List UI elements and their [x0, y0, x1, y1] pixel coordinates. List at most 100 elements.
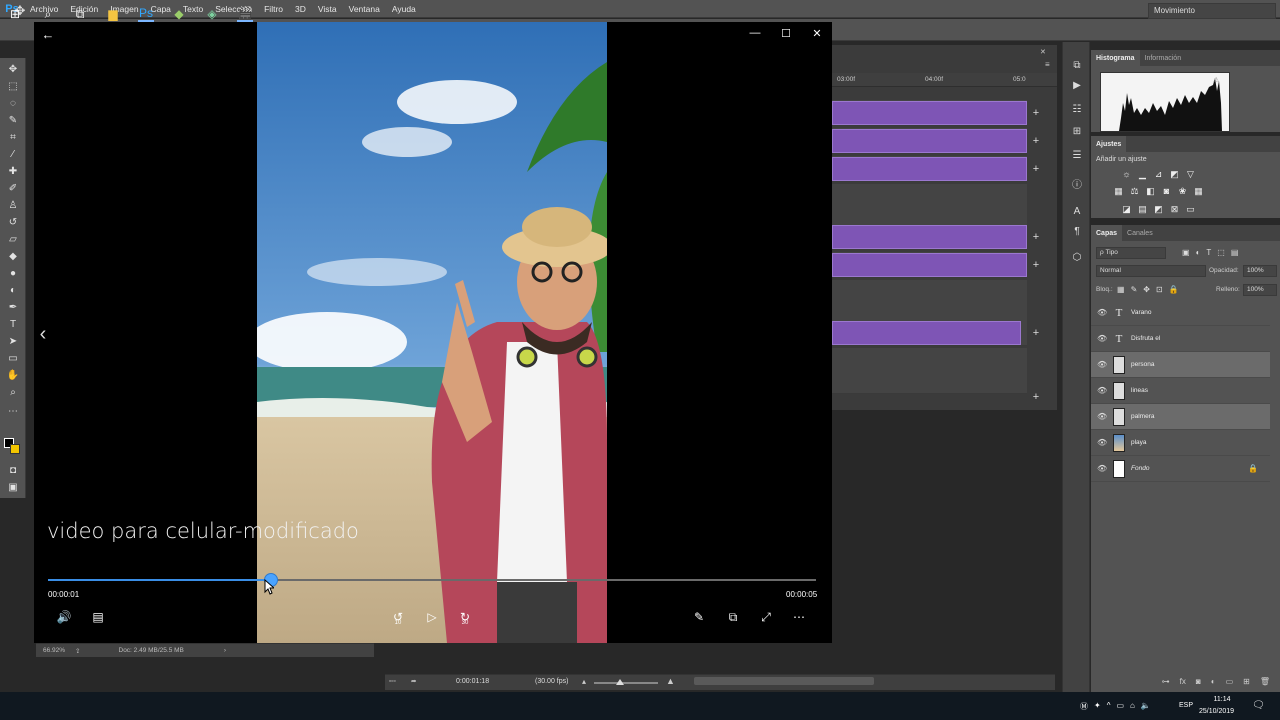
- lock-transparent-icon[interactable]: ▦: [1117, 285, 1125, 294]
- menu-ayuda[interactable]: Ayuda: [386, 4, 422, 14]
- filter-smart-icon[interactable]: ▤: [1231, 248, 1239, 257]
- file-explorer-icon[interactable]: ▆: [105, 6, 121, 22]
- background-color-swatch[interactable]: [10, 444, 20, 454]
- skip-forward-button[interactable]: ↻ 30: [456, 608, 474, 626]
- 3d-icon[interactable]: ⬡: [1069, 250, 1085, 264]
- new-layer-icon[interactable]: ⊞: [1243, 677, 1250, 691]
- menu-filtro[interactable]: Filtro: [258, 4, 289, 14]
- paragraph-icon[interactable]: ¶: [1069, 224, 1085, 238]
- posterize-icon[interactable]: ▤: [1137, 204, 1148, 214]
- add-media-icon[interactable]: +: [1031, 232, 1041, 243]
- render-icon[interactable]: ▫▫▫: [389, 678, 396, 685]
- timeline-ruler[interactable]: 03:00f 04:00f 05:0: [832, 73, 1057, 87]
- lock-position-icon[interactable]: ✥: [1143, 285, 1150, 294]
- minimize-icon[interactable]: —: [747, 25, 763, 41]
- mini-view-icon[interactable]: ⧉: [724, 608, 742, 626]
- move-icon[interactable]: ✥: [4, 62, 22, 77]
- black-white-icon[interactable]: ◧: [1145, 186, 1156, 196]
- threshold-icon[interactable]: ◩: [1153, 204, 1164, 214]
- character-icon[interactable]: A: [1069, 204, 1085, 218]
- app-taskbar-icon[interactable]: ◆: [171, 6, 187, 22]
- visibility-eye-icon[interactable]: 👁: [1097, 438, 1107, 448]
- timeline-clip[interactable]: [832, 225, 1027, 249]
- fill-field[interactable]: 100%: [1243, 284, 1277, 296]
- visibility-eye-icon[interactable]: 👁: [1097, 308, 1107, 318]
- brightness-icon[interactable]: ☼: [1121, 169, 1132, 179]
- levels-icon[interactable]: ▁: [1137, 169, 1148, 179]
- add-mask-icon[interactable]: ◙: [1196, 677, 1201, 691]
- close-icon[interactable]: ✕: [809, 25, 825, 41]
- adjust-sliders-icon[interactable]: ☰: [1069, 148, 1085, 162]
- panel-menu-icon[interactable]: ≡: [1045, 60, 1050, 69]
- filter-shape-icon[interactable]: ⬚: [1217, 248, 1225, 257]
- visibility-eye-icon[interactable]: 👁: [1097, 360, 1107, 370]
- app-tray-icon[interactable]: Ⓜ: [1080, 701, 1088, 712]
- quick-mask-icon[interactable]: ◘: [4, 463, 22, 478]
- selective-color-icon[interactable]: ⊠: [1169, 204, 1180, 214]
- healing-icon[interactable]: ✚: [4, 164, 22, 179]
- filter-adjust-icon[interactable]: ◐: [1196, 248, 1201, 257]
- zoom-in-icon[interactable]: ▲: [666, 676, 675, 686]
- blur-icon[interactable]: ●: [4, 266, 22, 281]
- language-indicator[interactable]: ESP: [1179, 702, 1193, 709]
- zoom-out-icon[interactable]: ▴: [582, 677, 586, 686]
- maximize-icon[interactable]: ☐: [778, 25, 794, 41]
- display-icon[interactable]: ▭: [1116, 701, 1124, 712]
- gradient-map-icon[interactable]: ▭: [1185, 204, 1196, 214]
- screen-mode-icon[interactable]: ▣: [4, 480, 22, 495]
- properties-icon[interactable]: ☷: [1069, 102, 1085, 116]
- add-track-icon[interactable]: +: [1031, 392, 1041, 403]
- curves-icon[interactable]: ⊿: [1153, 169, 1164, 179]
- clock-date[interactable]: 25/10/2019: [1199, 708, 1234, 715]
- play-icon[interactable]: ▷: [423, 608, 441, 626]
- workspace-select[interactable]: Movimiento: [1148, 3, 1276, 19]
- hue-saturation-icon[interactable]: ▦: [1113, 186, 1124, 196]
- eyedropper-icon[interactable]: ⁄: [4, 147, 22, 162]
- tab-canales[interactable]: Canales: [1122, 225, 1158, 241]
- timeline-clip[interactable]: [832, 157, 1027, 181]
- hand-icon[interactable]: ✋: [4, 368, 22, 383]
- timeline-clip[interactable]: [832, 321, 1021, 345]
- menu-3d[interactable]: 3D: [289, 4, 312, 14]
- color-lookup-icon[interactable]: ▦: [1193, 186, 1204, 196]
- brush-icon[interactable]: ✐: [4, 181, 22, 196]
- layer-row[interactable]: 👁 Fondo 🔒: [1091, 456, 1270, 482]
- tab-capas[interactable]: Capas: [1091, 225, 1123, 241]
- type-icon[interactable]: T: [4, 317, 22, 332]
- shape-icon[interactable]: ▭: [4, 351, 22, 366]
- delete-layer-icon[interactable]: 🗑: [1260, 677, 1270, 691]
- play-actions-icon[interactable]: ▶: [1069, 78, 1085, 92]
- skip-back-button[interactable]: ↺ 10: [389, 608, 407, 626]
- fx-icon[interactable]: fx: [1180, 677, 1186, 691]
- zoom-icon[interactable]: ⌕: [4, 385, 22, 400]
- dropbox-icon[interactable]: ✦: [1094, 701, 1101, 712]
- speaker-icon[interactable]: 🔈: [1141, 701, 1151, 712]
- layer-filter-select[interactable]: ρ Tipo: [1096, 247, 1166, 259]
- visibility-eye-icon[interactable]: 👁: [1097, 386, 1107, 396]
- timeline-clip[interactable]: [832, 129, 1027, 153]
- crop-icon[interactable]: ⌗: [4, 130, 22, 145]
- timeline-scrollbar[interactable]: [694, 677, 874, 685]
- invert-icon[interactable]: ◪: [1121, 204, 1132, 214]
- menu-vista[interactable]: Vista: [312, 4, 343, 14]
- link-layers-icon[interactable]: ⊶: [1162, 677, 1170, 691]
- stamp-icon[interactable]: ♙: [4, 198, 22, 213]
- photoshop-taskbar-icon[interactable]: Ps: [138, 6, 154, 22]
- opacity-field[interactable]: 100%: [1243, 265, 1277, 277]
- search-icon[interactable]: ⌕: [40, 6, 56, 22]
- windows-start-icon[interactable]: ⊞: [7, 6, 23, 22]
- libraries-icon[interactable]: ⊞: [1069, 124, 1085, 138]
- video-frame[interactable]: [257, 22, 607, 643]
- dodge-icon[interactable]: ◐: [4, 283, 22, 298]
- movies-tv-taskbar-icon[interactable]: 🎬: [237, 6, 253, 22]
- history-icon[interactable]: ⧉: [1069, 58, 1085, 72]
- chevron-up-icon[interactable]: ^: [1107, 701, 1111, 712]
- visibility-eye-icon[interactable]: 👁: [1097, 412, 1107, 422]
- panel-close-icon[interactable]: ✕: [1040, 48, 1046, 56]
- marquee-icon[interactable]: ⬚: [4, 79, 22, 94]
- history-brush-icon[interactable]: ↺: [4, 215, 22, 230]
- menu-ventana[interactable]: Ventana: [343, 4, 386, 14]
- edit-pencil-icon[interactable]: ✎: [690, 608, 708, 626]
- clock-time[interactable]: 11:14: [1202, 696, 1242, 703]
- notifications-icon[interactable]: 🗨: [1252, 700, 1265, 711]
